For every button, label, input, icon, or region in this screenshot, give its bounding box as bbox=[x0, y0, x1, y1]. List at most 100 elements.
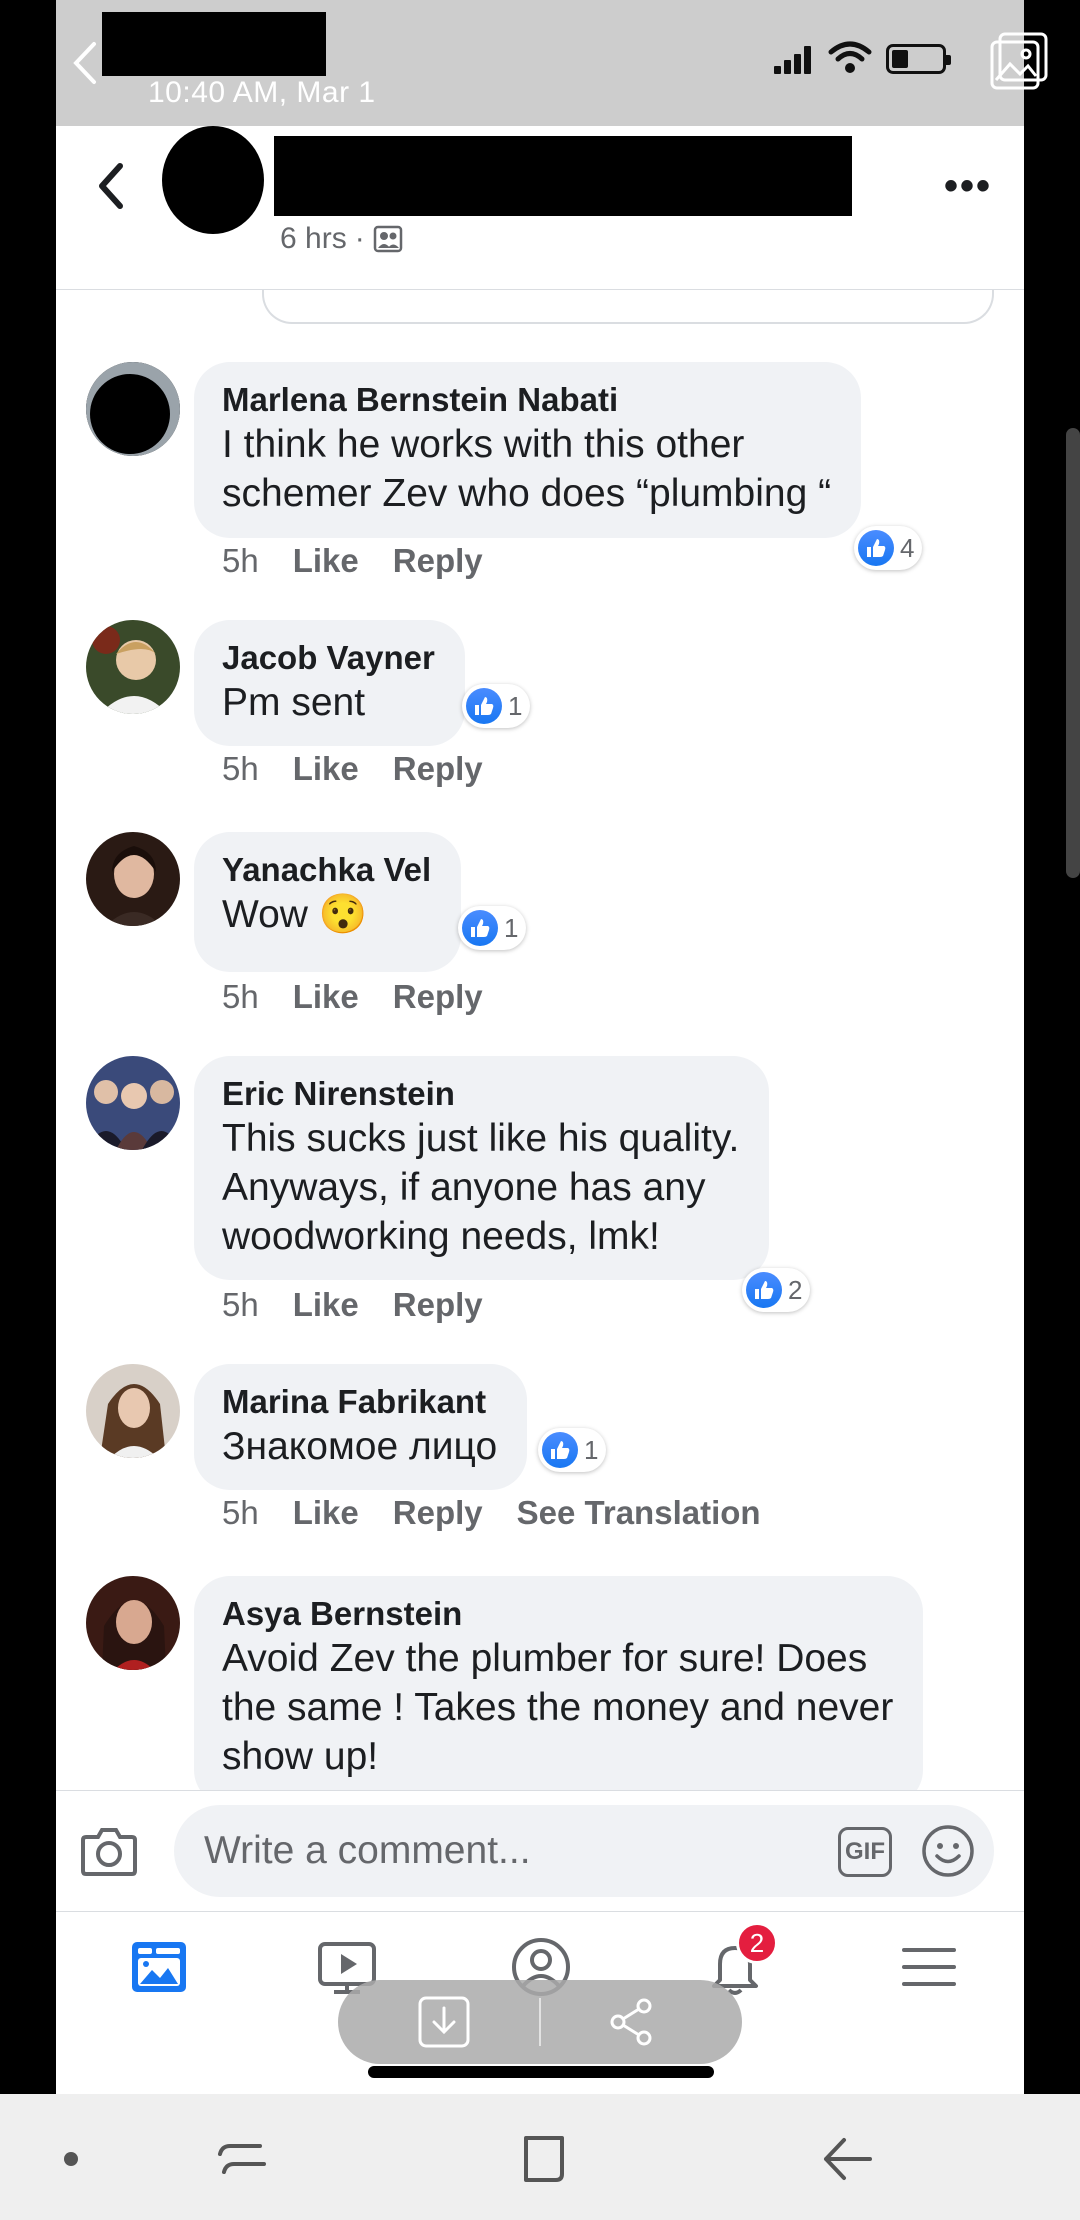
comment-actions: 5h Like Reply bbox=[222, 750, 483, 788]
comment-bubble[interactable]: Marina Fabrikant Знакомое лицо bbox=[194, 1364, 528, 1490]
phone-frame: 10:40 AM, Mar 1 6 hrs · ••• Marlena Bern… bbox=[0, 0, 1080, 2220]
pill-divider bbox=[539, 1998, 541, 2046]
friends-icon bbox=[373, 225, 402, 253]
comment-time: 5h bbox=[222, 1494, 259, 1531]
comment-author[interactable]: Yanachka Vel bbox=[222, 850, 431, 890]
like-reaction-icon bbox=[466, 688, 502, 724]
avatar[interactable] bbox=[86, 362, 180, 456]
comment-text-line: I think he works with this other bbox=[222, 423, 745, 466]
back-chevron-icon[interactable] bbox=[90, 156, 130, 216]
comment-bubble[interactable]: Asya Bernstein Avoid Zev the plumber for… bbox=[194, 1576, 924, 1806]
reply-button[interactable]: Reply bbox=[393, 542, 483, 580]
post-header: 6 hrs · ••• bbox=[56, 126, 1024, 290]
android-navigation-bar bbox=[0, 2094, 1080, 2220]
reaction-number: 4 bbox=[900, 532, 915, 563]
write-reply-field-edge[interactable] bbox=[262, 290, 994, 324]
comment-author[interactable]: Jacob Vayner bbox=[222, 638, 435, 678]
comment-text-line: the same ! Takes the money and never bbox=[222, 1686, 894, 1729]
reply-button[interactable]: Reply bbox=[393, 1286, 483, 1324]
status-icons bbox=[774, 30, 1014, 100]
status-bar: 10:40 AM, Mar 1 bbox=[56, 0, 1024, 126]
home-button-icon[interactable] bbox=[508, 2124, 578, 2194]
avatar[interactable] bbox=[86, 1056, 180, 1150]
camera-icon[interactable] bbox=[80, 1825, 138, 1877]
notification-badge: 2 bbox=[736, 1922, 778, 1964]
recent-apps-icon[interactable] bbox=[206, 2124, 276, 2194]
gif-button[interactable]: GIF bbox=[838, 1827, 892, 1877]
meta-separator: · bbox=[354, 222, 365, 255]
post-time: 6 hrs bbox=[280, 222, 347, 255]
like-button[interactable]: Like bbox=[293, 1494, 359, 1532]
avatar[interactable] bbox=[86, 832, 180, 926]
comment-text-line: This sucks just like his quality. bbox=[222, 1117, 740, 1160]
comment-bubble[interactable]: Eric Nirenstein This sucks just like his… bbox=[194, 1056, 770, 1280]
bottom-navigation: 2 bbox=[56, 1912, 1024, 2094]
more-options-button[interactable]: ••• bbox=[944, 164, 992, 209]
like-button[interactable]: Like bbox=[293, 542, 359, 580]
edge-panel-handle[interactable] bbox=[1066, 428, 1080, 878]
see-translation-button[interactable]: See Translation bbox=[517, 1494, 761, 1532]
reaction-count[interactable]: 2 bbox=[742, 1268, 811, 1312]
redacted-author-avatar[interactable] bbox=[162, 126, 264, 234]
like-reaction-icon bbox=[542, 1432, 578, 1468]
comment-text-line: show up! bbox=[222, 1735, 379, 1778]
dot-icon[interactable] bbox=[36, 2124, 106, 2194]
comment-actions: 5h Like Reply bbox=[222, 1286, 483, 1324]
comment-author[interactable]: Asya Bernstein bbox=[222, 1594, 893, 1634]
gallery-icon[interactable] bbox=[988, 30, 1050, 92]
menu-icon[interactable] bbox=[894, 1932, 964, 2002]
reply-button[interactable]: Reply bbox=[393, 978, 483, 1016]
like-button[interactable]: Like bbox=[293, 978, 359, 1016]
avatar[interactable] bbox=[86, 620, 180, 714]
post-meta: 6 hrs · bbox=[280, 222, 403, 256]
back-button-icon[interactable] bbox=[812, 2124, 882, 2194]
like-reaction-icon bbox=[462, 910, 498, 946]
comment-author[interactable]: Marlena Bernstein Nabati bbox=[222, 380, 831, 420]
reply-button[interactable]: Reply bbox=[393, 750, 483, 788]
comment-text: Знакомое лицо bbox=[222, 1425, 498, 1468]
signal-icon bbox=[774, 44, 814, 74]
battery-icon bbox=[886, 44, 951, 74]
comment-text: Pm sent bbox=[222, 681, 366, 724]
reaction-number: 1 bbox=[504, 912, 519, 943]
status-time: 10:40 AM, Mar 1 bbox=[148, 76, 376, 109]
comment-time: 5h bbox=[222, 978, 259, 1015]
reaction-count[interactable]: 1 bbox=[538, 1428, 607, 1472]
like-button[interactable]: Like bbox=[293, 1286, 359, 1324]
share-icon[interactable] bbox=[604, 1994, 660, 2050]
avatar[interactable] bbox=[86, 1364, 180, 1458]
emoji-icon[interactable] bbox=[920, 1823, 976, 1879]
comment-composer: Write a comment... GIF bbox=[56, 1790, 1024, 1912]
comment-time: 5h bbox=[222, 542, 259, 579]
like-button[interactable]: Like bbox=[293, 750, 359, 788]
comment-actions: 5h Like Reply bbox=[222, 542, 483, 580]
like-reaction-icon bbox=[746, 1272, 782, 1308]
comment-author[interactable]: Eric Nirenstein bbox=[222, 1074, 739, 1114]
like-reaction-icon bbox=[858, 530, 894, 566]
comment-text-line: Avoid Zev the plumber for sure! Does bbox=[222, 1637, 868, 1680]
app-screen: 10:40 AM, Mar 1 6 hrs · ••• Marlena Bern… bbox=[56, 0, 1024, 2094]
news-feed-icon[interactable] bbox=[124, 1932, 194, 2002]
home-indicator bbox=[368, 2066, 714, 2078]
reply-button[interactable]: Reply bbox=[393, 1494, 483, 1532]
reaction-count[interactable]: 4 bbox=[854, 526, 923, 570]
comment-input[interactable]: Write a comment... GIF bbox=[174, 1805, 994, 1897]
comment-bubble[interactable]: Yanachka Vel Wow 😯 bbox=[194, 832, 462, 972]
redacted-author-name[interactable] bbox=[274, 136, 852, 216]
comment-time: 5h bbox=[222, 1286, 259, 1323]
back-arrow-icon[interactable] bbox=[64, 38, 104, 88]
comment-bubble[interactable]: Marlena Bernstein Nabati I think he work… bbox=[194, 362, 862, 538]
comment-bubble[interactable]: Jacob Vayner Pm sent bbox=[194, 620, 465, 746]
avatar[interactable] bbox=[86, 1576, 180, 1670]
comment-text-line: woodworking needs, lmk! bbox=[222, 1215, 660, 1258]
comment-text-line: schemer Zev who does “plumbing “ bbox=[222, 472, 832, 515]
comment-actions: 5h Like Reply bbox=[222, 978, 483, 1016]
download-icon[interactable] bbox=[416, 1994, 472, 2050]
comment-text: Wow 😯 bbox=[222, 893, 368, 936]
comment-text-line: Anyways, if anyone has any bbox=[222, 1166, 706, 1209]
reaction-count[interactable]: 1 bbox=[458, 906, 527, 950]
comment-author[interactable]: Marina Fabrikant bbox=[222, 1382, 497, 1422]
reaction-count[interactable]: 1 bbox=[462, 684, 531, 728]
redacted-app-title bbox=[102, 12, 326, 76]
comment-actions: 5h Like Reply See Translation bbox=[222, 1494, 761, 1532]
